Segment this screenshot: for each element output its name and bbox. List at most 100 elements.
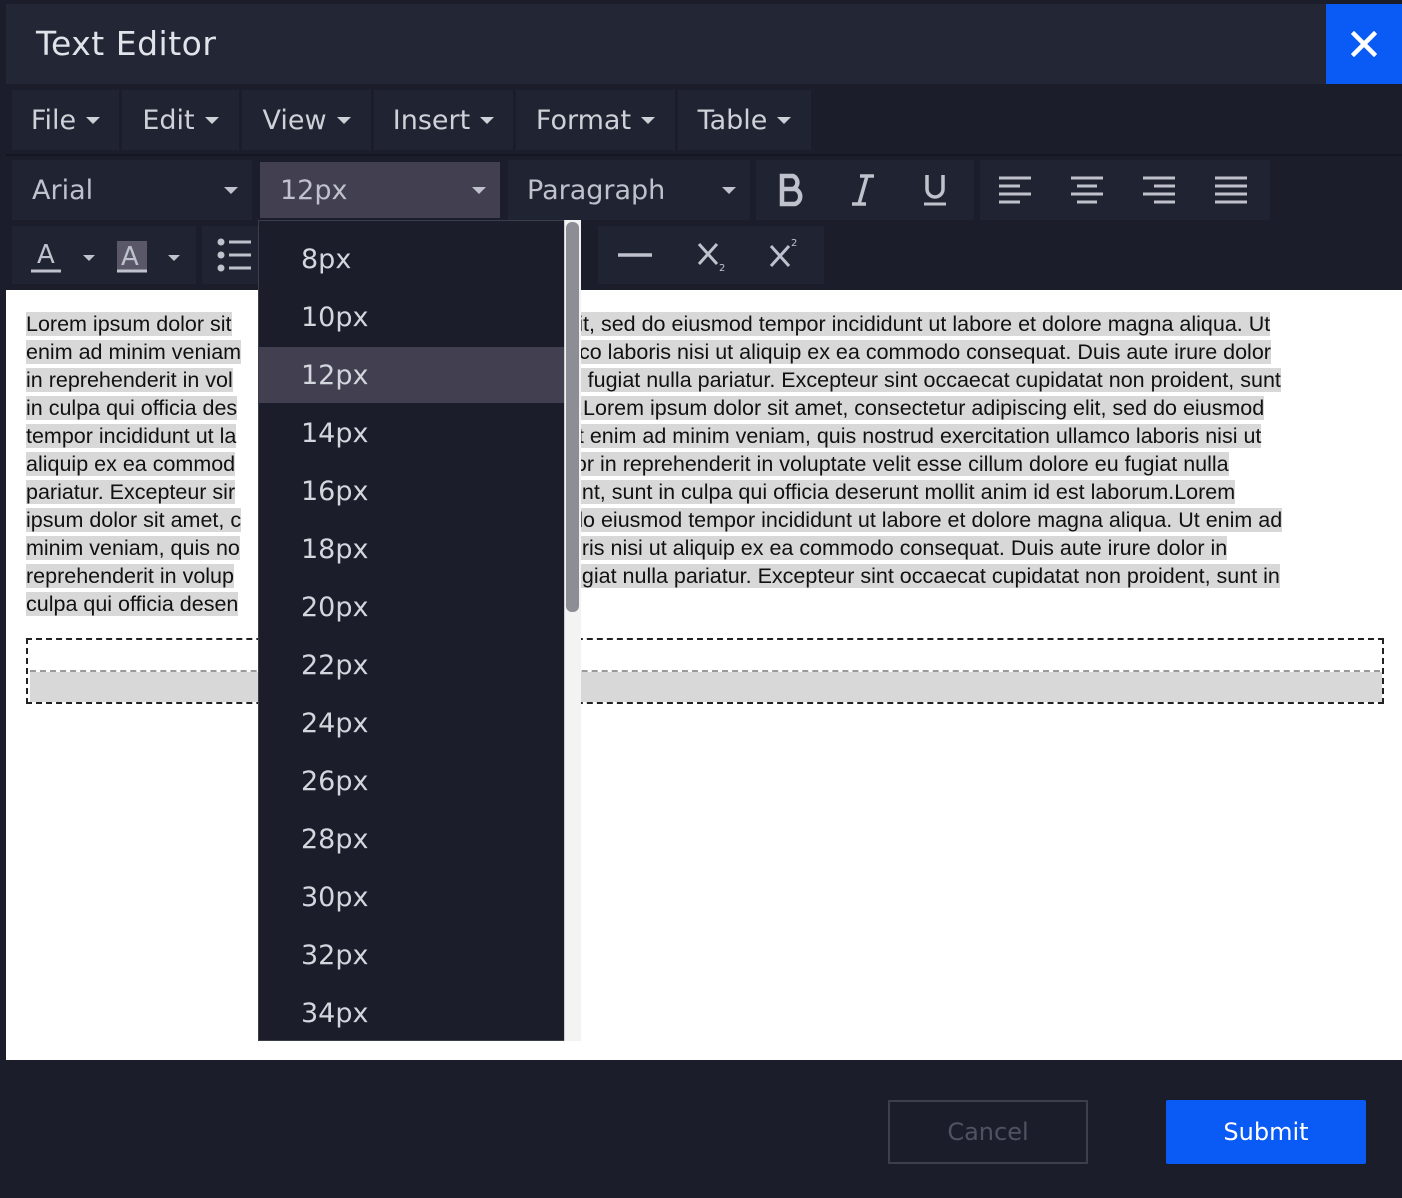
font-size-option-selected[interactable]: 12px: [259, 347, 565, 403]
bullet-list-icon: [217, 238, 251, 272]
horizontal-rule-icon: [618, 253, 652, 257]
block-format-value: Paragraph: [527, 174, 666, 206]
menu-file[interactable]: File: [12, 90, 119, 150]
svg-text:A: A: [37, 240, 55, 270]
background-color-button[interactable]: A: [108, 230, 192, 280]
italic-icon: [852, 174, 874, 206]
menu-label: Insert: [392, 104, 471, 136]
underline-button[interactable]: [910, 164, 960, 216]
align-left-button[interactable]: [990, 164, 1040, 216]
line-end: do eiusmod tempor incididunt ut labore e…: [571, 508, 1283, 532]
chevron-down-icon: [472, 187, 486, 194]
line-start: minim veniam, quis no: [26, 536, 240, 560]
svg-text:2: 2: [791, 238, 797, 249]
line-start: in reprehenderit in vol: [26, 368, 233, 392]
menu-edit[interactable]: Edit: [122, 90, 239, 150]
line-start: Lorem ipsum dolor sit: [26, 312, 232, 336]
text-line: in culpa qui officia des m.Lorem ipsum do…: [26, 394, 1386, 422]
dialog-title: Text Editor: [36, 24, 217, 63]
text-line: ipsum dolor sit amet, c do eiusmod tempor…: [26, 506, 1386, 534]
chevron-down-icon: [480, 116, 495, 124]
line-start: tempor incididunt ut la: [26, 424, 237, 448]
text-line: aliquip ex ea commod olor in reprehenderi…: [26, 450, 1386, 478]
menu-table[interactable]: Table: [678, 90, 811, 150]
cancel-button[interactable]: Cancel: [888, 1100, 1088, 1164]
close-button[interactable]: [1326, 4, 1402, 84]
font-size-value: 12px: [280, 174, 348, 206]
font-family-select[interactable]: Arial: [12, 160, 252, 220]
italic-button[interactable]: [838, 164, 888, 216]
chevron-down-icon: [224, 187, 238, 194]
line-end: fugiat nulla pariatur. Excepteur sint oc…: [563, 564, 1280, 588]
chevron-down-icon: [641, 116, 656, 124]
font-size-option[interactable]: 14px: [259, 405, 565, 461]
text-line: pariatur. Excepteur sir lent, sunt in cul…: [26, 478, 1386, 506]
font-size-option[interactable]: 16px: [259, 463, 565, 519]
line-start: aliquip ex ea commod: [26, 452, 236, 476]
editor-content[interactable]: Lorem ipsum dolor sit elit, sed do eiusmo…: [26, 310, 1386, 618]
text-color-button[interactable]: A: [18, 230, 108, 280]
font-size-select[interactable]: 12px: [260, 162, 500, 218]
align-center-button[interactable]: [1062, 164, 1112, 216]
chevron-down-icon: [336, 116, 351, 124]
menu-label: Edit: [142, 104, 195, 136]
font-size-option[interactable]: 26px: [259, 753, 565, 809]
menu-format[interactable]: Format: [516, 90, 675, 150]
align-justify-button[interactable]: [1206, 164, 1256, 216]
font-size-dropdown: 8px 10px 12px 14px 16px 18px 20px 22px 2…: [258, 220, 581, 1041]
line-end: olor in reprehenderit in voluptate velit…: [558, 452, 1229, 476]
subscript-icon: 2: [697, 242, 725, 272]
menu-insert[interactable]: Insert: [374, 90, 513, 150]
font-size-option[interactable]: 32px: [259, 927, 565, 983]
text-line: Lorem ipsum dolor sit elit, sed do eiusmo…: [26, 310, 1386, 338]
bold-icon: [779, 173, 803, 207]
font-size-option[interactable]: 20px: [259, 579, 565, 635]
close-icon: [1351, 31, 1377, 57]
font-size-option[interactable]: 24px: [259, 695, 565, 751]
text-line: culpa qui officia desen: [26, 590, 1386, 618]
font-size-option[interactable]: 10px: [259, 289, 565, 345]
dropdown-scrollbar-thumb[interactable]: [566, 222, 579, 612]
menu-label: File: [30, 104, 77, 136]
text-line: tempor incididunt ut la Ut enim ad minim …: [26, 422, 1386, 450]
align-right-icon: [1143, 176, 1175, 204]
line-end: oris nisi ut aliquip ex ea commodo conse…: [569, 536, 1228, 560]
svg-text:A: A: [121, 242, 139, 272]
line-start: in culpa qui officia des: [26, 396, 238, 420]
submit-button[interactable]: Submit: [1166, 1100, 1366, 1164]
line-end: lent, sunt in culpa qui officia deserunt…: [565, 480, 1236, 504]
font-size-option[interactable]: 22px: [259, 637, 565, 693]
line-end: Ut enim ad minim veniam, quis nostrud ex…: [562, 424, 1262, 448]
bold-button[interactable]: [766, 164, 816, 216]
font-size-option[interactable]: 18px: [259, 521, 565, 577]
chevron-down-icon: [204, 116, 219, 124]
bullet-list-button[interactable]: [210, 230, 260, 280]
line-end: m.Lorem ipsum dolor sit amet, consectetu…: [559, 396, 1265, 420]
font-size-option[interactable]: 28px: [259, 811, 565, 867]
font-family-value: Arial: [32, 174, 94, 206]
superscript-button[interactable]: 2: [758, 228, 812, 278]
align-justify-icon: [1215, 176, 1247, 204]
chevron-down-icon: [86, 116, 101, 124]
table-row[interactable]: [30, 672, 1382, 702]
underline-icon: [924, 175, 946, 206]
chevron-down-icon: [777, 116, 792, 124]
line-start: reprehenderit in volup: [26, 564, 234, 588]
svg-text:2: 2: [719, 263, 725, 272]
menu-view[interactable]: View: [242, 90, 371, 150]
subscript-button[interactable]: 2: [686, 230, 740, 280]
align-right-button[interactable]: [1134, 164, 1184, 216]
line-start: culpa qui officia desen: [26, 592, 239, 616]
text-color-icon: A: [31, 240, 95, 273]
horizontal-rule-button[interactable]: [608, 230, 662, 280]
align-left-icon: [999, 176, 1031, 204]
menu-label: Format: [535, 104, 632, 136]
align-center-icon: [1071, 176, 1103, 204]
font-size-option[interactable]: 30px: [259, 869, 565, 925]
font-size-option[interactable]: 8px: [259, 231, 565, 287]
block-format-select[interactable]: Paragraph: [508, 160, 750, 220]
text-line: enim ad minim veniam mco laboris nisi ut …: [26, 338, 1386, 366]
table-row[interactable]: [30, 642, 1380, 672]
line-end: mco laboris nisi ut aliquip ex ea commod…: [561, 340, 1271, 364]
font-size-option[interactable]: 34px: [259, 985, 565, 1040]
